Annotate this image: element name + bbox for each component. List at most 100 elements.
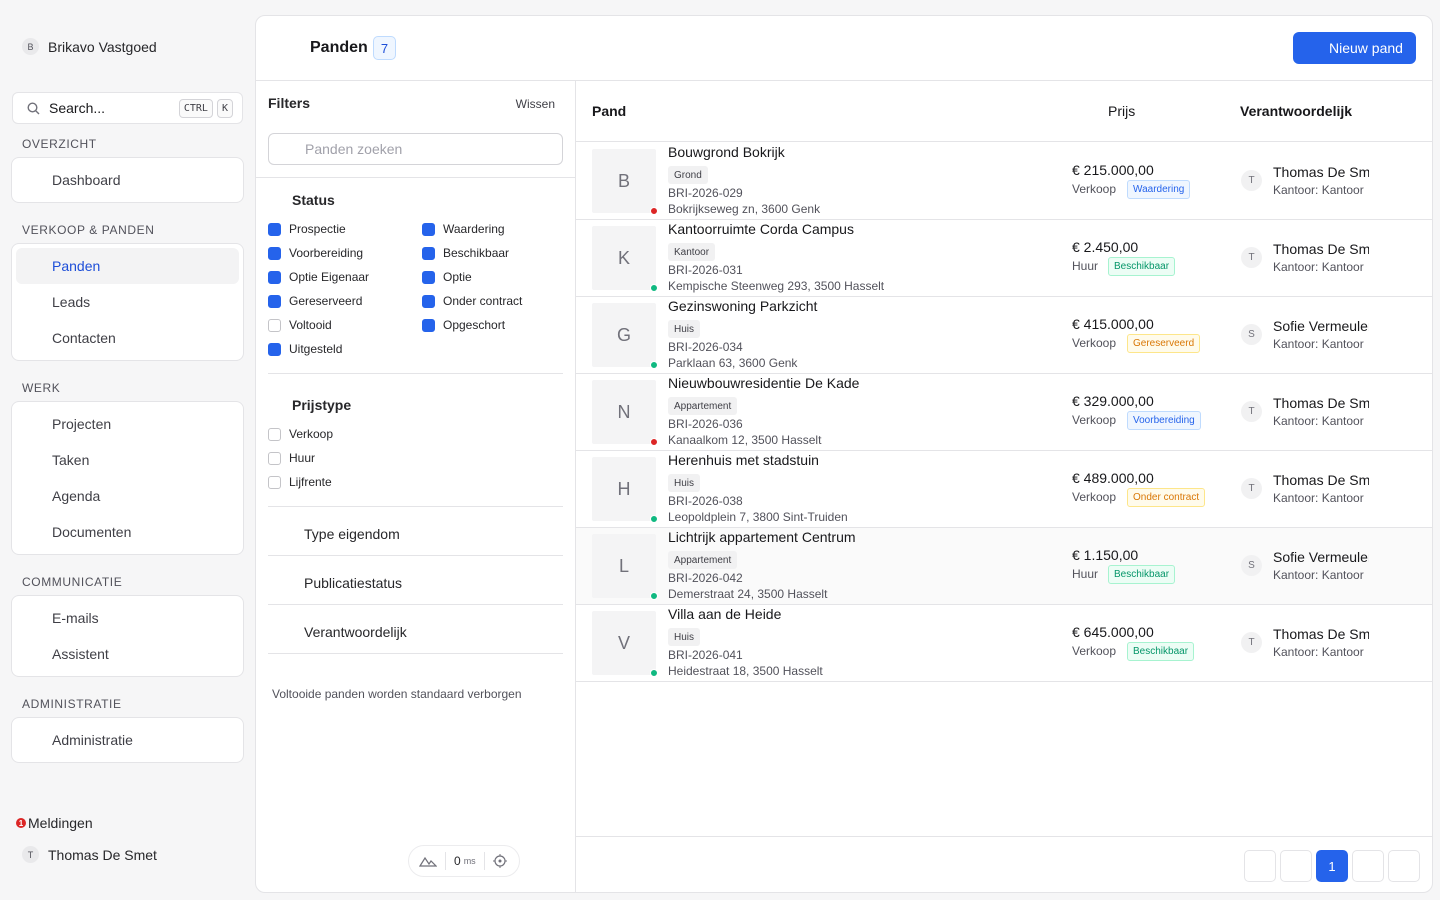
sidebar-item-assistent[interactable]: Assistent (16, 636, 239, 672)
table-row[interactable]: N Nieuwbouwresidentie De Kade Appartemen… (576, 374, 1432, 451)
checkbox[interactable] (422, 222, 435, 236)
status-filter-onder-contract[interactable]: Onder contract (422, 294, 522, 308)
brand[interactable]: B Brikavo Vastgoed (22, 38, 157, 55)
sidebar-item-projecten[interactable]: Projecten (16, 406, 239, 442)
checkbox[interactable] (268, 294, 281, 308)
property-name[interactable]: Lichtrijk appartement Centrum (668, 529, 856, 545)
property-name[interactable]: Gezinswoning Parkzicht (668, 298, 817, 314)
owner-office: Kantoor: Kantoor (1273, 568, 1364, 582)
table-row[interactable]: K Kantoorruimte Corda Campus Kantoor BRI… (576, 220, 1432, 297)
checkbox[interactable] (268, 475, 281, 489)
price-type-filter-lijfrente[interactable]: Lijfrente (268, 475, 332, 489)
checkbox[interactable] (268, 222, 281, 236)
status-filter-title: Status (292, 192, 335, 208)
checkbox[interactable] (268, 318, 281, 332)
price-type-filter-verkoop[interactable]: Verkoop (268, 427, 333, 441)
new-property-label: Nieuw pand (1329, 40, 1403, 56)
filter-section-type-eigendom[interactable]: Type eigendom (304, 526, 400, 542)
property-thumbnail: N (592, 380, 656, 444)
kbd-ctrl: CTRL (178, 99, 213, 118)
property-name[interactable]: Bouwgrond Bokrijk (668, 144, 785, 160)
price-type: Verkoop (1072, 490, 1117, 504)
sidebar-item-panden[interactable]: Panden (16, 248, 239, 284)
owner-avatar: T (1241, 632, 1262, 653)
status-filter-waardering[interactable]: Waardering (422, 222, 505, 236)
status-filter-gereserveerd[interactable]: Gereserveerd (268, 294, 362, 308)
checkbox-label: Waardering (443, 222, 505, 236)
page-current-button[interactable]: 1 (1316, 850, 1348, 882)
user-menu[interactable]: T Thomas De Smet (22, 846, 157, 863)
filter-section-verantwoordelijk[interactable]: Verantwoordelijk (304, 624, 407, 640)
new-property-button[interactable]: Nieuw pand (1293, 32, 1416, 64)
page-prev-button[interactable] (1280, 850, 1312, 882)
properties-table: Pand Prijs Verantwoordelijk B Bouwgrond … (576, 81, 1432, 892)
page-last-button[interactable] (1388, 850, 1420, 882)
property-name[interactable]: Nieuwbouwresidentie De Kade (668, 375, 859, 391)
status-filter-opgeschort[interactable]: Opgeschort (422, 318, 505, 332)
table-row[interactable]: H Herenhuis met stadstuin Huis BRI-2026-… (576, 451, 1432, 528)
notifications[interactable]: 1 Meldingen (16, 815, 93, 831)
global-search[interactable]: Search... CTRL K (12, 92, 243, 124)
table-row[interactable]: G Gezinswoning Parkzicht Huis BRI-2026-0… (576, 297, 1432, 374)
checkbox[interactable] (268, 270, 281, 284)
owner-name: Thomas De Smet (1273, 626, 1369, 642)
page-next-button[interactable] (1352, 850, 1384, 882)
checkbox[interactable] (422, 294, 435, 308)
mountain-icon (419, 856, 437, 867)
filter-section-publicatiestatus[interactable]: Publicatiestatus (304, 575, 402, 591)
column-header-pand[interactable]: Pand (592, 103, 626, 119)
status-badge: Voorbereiding (1127, 411, 1201, 430)
divider (256, 177, 576, 178)
owner-office: Kantoor: Kantoor (1273, 414, 1364, 428)
property-name[interactable]: Herenhuis met stadstuin (668, 452, 819, 468)
sidebar-item-taken[interactable]: Taken (16, 442, 239, 478)
status-filter-optie[interactable]: Optie (422, 270, 472, 284)
table-row[interactable]: L Lichtrijk appartement Centrum Appartem… (576, 528, 1432, 605)
nav-group-verkoop: Panden Leads Contacten (11, 243, 244, 361)
page-header: Panden 7 Nieuw pand (256, 16, 1432, 81)
status-filter-beschikbaar[interactable]: Beschikbaar (422, 246, 509, 260)
checkbox[interactable] (268, 451, 281, 465)
property-type-badge: Kantoor (668, 243, 716, 261)
checkbox-label: Verkoop (289, 427, 334, 441)
price-type-filter-huur[interactable]: Huur (268, 451, 315, 465)
property-name[interactable]: Kantoorruimte Corda Campus (668, 221, 854, 237)
table-row[interactable]: V Villa aan de Heide Huis BRI-2026-041 H… (576, 605, 1432, 682)
checkbox[interactable] (268, 246, 281, 260)
column-header-prijs[interactable]: Prijs (1108, 103, 1135, 119)
sidebar-item-emails[interactable]: E-mails (16, 600, 239, 636)
sidebar-item-dashboard[interactable]: Dashboard (16, 162, 239, 198)
checkbox-label: Gereserveerd (289, 294, 363, 308)
sidebar-item-administratie[interactable]: Administratie (16, 722, 239, 758)
status-dot (650, 438, 658, 446)
status-filter-voltooid[interactable]: Voltooid (268, 318, 332, 332)
column-header-verantwoordelijk[interactable]: Verantwoordelijk (1240, 103, 1352, 119)
status-filter-uitgesteld[interactable]: Uitgesteld (268, 342, 342, 356)
property-address: Kempische Steenweg 293, 3500 Hasselt (668, 279, 885, 293)
table-row[interactable]: B Bouwgrond Bokrijk Grond BRI-2026-029 B… (576, 143, 1432, 220)
status-filter-optie-eigenaar[interactable]: Optie Eigenaar (268, 270, 369, 284)
checkbox[interactable] (422, 270, 435, 284)
checkbox[interactable] (268, 342, 281, 356)
status-filter-prospectie[interactable]: Prospectie (268, 222, 346, 236)
checkbox[interactable] (268, 427, 281, 441)
brand-name: Brikavo Vastgoed (48, 38, 157, 55)
property-search-input[interactable]: Panden zoeken (268, 133, 563, 165)
status-dot (650, 669, 658, 677)
divider (268, 506, 563, 507)
sidebar-item-contacten[interactable]: Contacten (16, 320, 239, 356)
checkbox[interactable] (422, 246, 435, 260)
status-filter-voorbereiding[interactable]: Voorbereiding (268, 246, 363, 260)
perf-widget[interactable]: 0 ms (408, 845, 520, 877)
sidebar: B Brikavo Vastgoed Search... CTRL K OVER… (0, 0, 255, 900)
sidebar-item-documenten[interactable]: Documenten (16, 514, 239, 550)
clear-filters-button[interactable]: Wissen (516, 97, 555, 111)
property-address: Leopoldplein 7, 3800 Sint-Truiden (668, 510, 848, 524)
page-first-button[interactable] (1244, 850, 1276, 882)
checkbox[interactable] (422, 318, 435, 332)
property-name[interactable]: Villa aan de Heide (668, 606, 781, 622)
sidebar-item-leads[interactable]: Leads (16, 284, 239, 320)
status-dot (650, 592, 658, 600)
owner-name: Sofie Vermeulen (1273, 318, 1369, 334)
sidebar-item-agenda[interactable]: Agenda (16, 478, 239, 514)
